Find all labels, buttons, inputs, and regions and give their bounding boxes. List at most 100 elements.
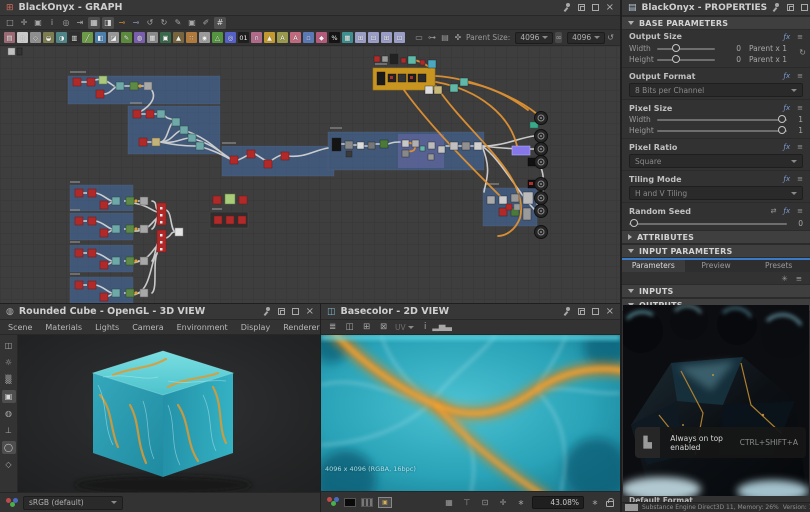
pixel-width-value[interactable]: 1 <box>787 115 803 124</box>
dot-link-icon[interactable]: ⊶ <box>426 32 438 43</box>
card-icon[interactable]: ▤ <box>439 32 451 43</box>
tiling-icon[interactable]: ⊡ <box>479 497 491 508</box>
menu-renderer[interactable]: Renderer <box>283 323 320 332</box>
blue-links-icon[interactable]: ⊸ <box>130 17 142 29</box>
comment-icon[interactable]: ▭ <box>413 32 425 43</box>
collapse-icon[interactable]: ⇥ <box>74 17 86 29</box>
height-parent-mult[interactable]: Parent x 1 <box>749 55 787 64</box>
background-swatch[interactable] <box>344 498 356 507</box>
tile-node-icon[interactable]: ▦ <box>342 32 353 43</box>
svg-node-icon[interactable]: ◇ <box>30 32 41 43</box>
save-icon[interactable]: ◫ <box>343 321 356 333</box>
frame-select-icon[interactable]: □ <box>4 17 16 29</box>
node-graph-canvas[interactable] <box>0 46 620 303</box>
levels-icon[interactable]: ◪ <box>108 32 119 43</box>
transform-a-icon[interactable]: ⊞ <box>355 32 366 43</box>
menu-lights[interactable]: Lights <box>95 323 119 332</box>
fx-icon[interactable]: ƒx <box>784 104 791 112</box>
tab-presets[interactable]: Presets <box>747 260 810 272</box>
fill-bucket-icon[interactable]: ◆ <box>316 32 327 43</box>
pin-icon[interactable] <box>563 3 571 12</box>
pixel-ratio-dropdown[interactable]: Square <box>629 154 803 168</box>
view2d-viewport[interactable]: 4096 x 4096 (RGBA, 16bpc) <box>321 335 620 491</box>
colorspace-dropdown[interactable]: sRGB (default) <box>23 496 123 510</box>
width-parent-mult[interactable]: Parent x 1 <box>749 44 787 53</box>
graph-view-icon[interactable]: ▦ <box>88 17 100 29</box>
section-input-parameters[interactable]: INPUT PARAMETERS <box>622 244 810 258</box>
view3d-titlebar[interactable]: ◍ Rounded Cube - OpenGL - 3D VIEW × <box>0 304 320 320</box>
menu-display[interactable]: Display <box>241 323 271 332</box>
parent-width-dropdown[interactable]: 4096 <box>515 32 553 44</box>
section-inputs[interactable]: INPUTS <box>622 284 810 298</box>
curve-icon[interactable]: ╱ <box>82 32 93 43</box>
close-icon[interactable]: × <box>606 3 614 12</box>
tab-preview[interactable]: Preview <box>685 260 748 272</box>
gradient-dark-icon[interactable]: ◒ <box>43 32 54 43</box>
stamp-icon[interactable]: ▣ <box>160 32 171 43</box>
binary-icon[interactable]: 01 <box>238 32 249 43</box>
maximize-icon[interactable] <box>592 308 599 315</box>
pencil-icon[interactable]: ✎ <box>121 32 132 43</box>
pen-icon[interactable]: ✎ <box>172 17 184 29</box>
menu-scene[interactable]: Scene <box>8 323 32 332</box>
tab-parameters[interactable]: Parameters <box>622 260 685 272</box>
percent-icon[interactable]: % <box>329 32 340 43</box>
transform-c-icon[interactable]: ⊞ <box>381 32 392 43</box>
camera-view-icon[interactable]: ◫ <box>2 339 16 352</box>
float-window-icon[interactable] <box>278 308 285 315</box>
gear-icon[interactable]: ✳ <box>781 274 787 283</box>
wire-cube-icon[interactable]: ◇ <box>2 458 16 471</box>
spots-icon[interactable]: ∷ <box>186 32 197 43</box>
uniform-color-icon[interactable]: ▥ <box>69 32 80 43</box>
fx-icon[interactable]: ƒx <box>784 33 791 41</box>
close-icon[interactable]: × <box>606 307 614 316</box>
height-value[interactable]: 0 <box>715 55 741 64</box>
tiling-mode-dropdown[interactable]: H and V Tiling <box>629 186 803 200</box>
width-slider[interactable] <box>657 48 715 50</box>
section-attributes[interactable]: ATTRIBUTES <box>622 230 810 244</box>
histogram-icon[interactable]: ▂▅▃ <box>436 321 449 333</box>
zoom-out-icon[interactable]: ∗ <box>515 497 527 508</box>
menu-camera[interactable]: Camera <box>132 323 163 332</box>
zoom-in-icon[interactable]: ∗ <box>589 497 601 508</box>
search-icon[interactable]: ◎ <box>60 17 72 29</box>
image-node-icon[interactable]: ▣ <box>186 17 198 29</box>
light-icon[interactable]: ☼ <box>2 356 16 369</box>
width-value[interactable]: 0 <box>715 44 741 53</box>
pixel-height-slider[interactable] <box>657 130 787 132</box>
parent-height-dropdown[interactable]: 4096 <box>567 32 605 44</box>
move-icon[interactable]: ✛ <box>18 17 30 29</box>
sphere-node-icon[interactable]: ◉ <box>199 32 210 43</box>
graph-titlebar[interactable]: ⊞ BlackOnyx - GRAPH × <box>0 0 620 16</box>
output-preview-image[interactable]: ▙ Always on top enabled CTRL+SHIFT+A <box>623 305 809 497</box>
view3d-viewport[interactable] <box>18 335 320 492</box>
orange-links-icon[interactable]: ⊸ <box>116 17 128 29</box>
normal-node-icon[interactable]: △ <box>212 32 223 43</box>
pin-icon[interactable] <box>263 307 271 316</box>
param-menu-icon[interactable]: ≡ <box>797 104 803 112</box>
float-window-icon[interactable] <box>578 4 585 11</box>
zoom-level-input[interactable]: 43.08% <box>532 496 584 509</box>
geometry-icon[interactable]: ▣ <box>2 390 16 403</box>
hsl-icon[interactable]: ◧ <box>95 32 106 43</box>
height-slider[interactable] <box>657 59 715 61</box>
copy-icon[interactable]: ⊞ <box>360 321 373 333</box>
transform-d-icon[interactable]: ⊡ <box>394 32 405 43</box>
menu-materials[interactable]: Materials <box>45 323 82 332</box>
link-sizes-icon[interactable]: ∞ <box>555 32 562 43</box>
param-menu-icon[interactable]: ≡ <box>797 143 803 151</box>
status-corner-button[interactable] <box>625 504 638 511</box>
pixel-width-slider[interactable] <box>657 119 787 121</box>
pin-icon[interactable] <box>563 307 571 316</box>
rotate-cw-icon[interactable]: ↻ <box>158 17 170 29</box>
param-menu-icon[interactable]: ≡ <box>797 207 803 215</box>
channels-icon[interactable] <box>327 497 339 507</box>
text-a-pink-icon[interactable]: A <box>290 32 301 43</box>
bridge-icon[interactable]: ∩ <box>251 32 262 43</box>
checker-swatch[interactable] <box>361 498 373 507</box>
blend-icon[interactable]: ◍ <box>134 32 145 43</box>
fx-icon[interactable]: ƒx <box>784 143 791 151</box>
param-menu-icon[interactable]: ≡ <box>797 72 803 80</box>
image-display-button[interactable]: ▣ <box>378 497 392 508</box>
section-base-parameters[interactable]: BASE PARAMETERS <box>622 16 810 30</box>
